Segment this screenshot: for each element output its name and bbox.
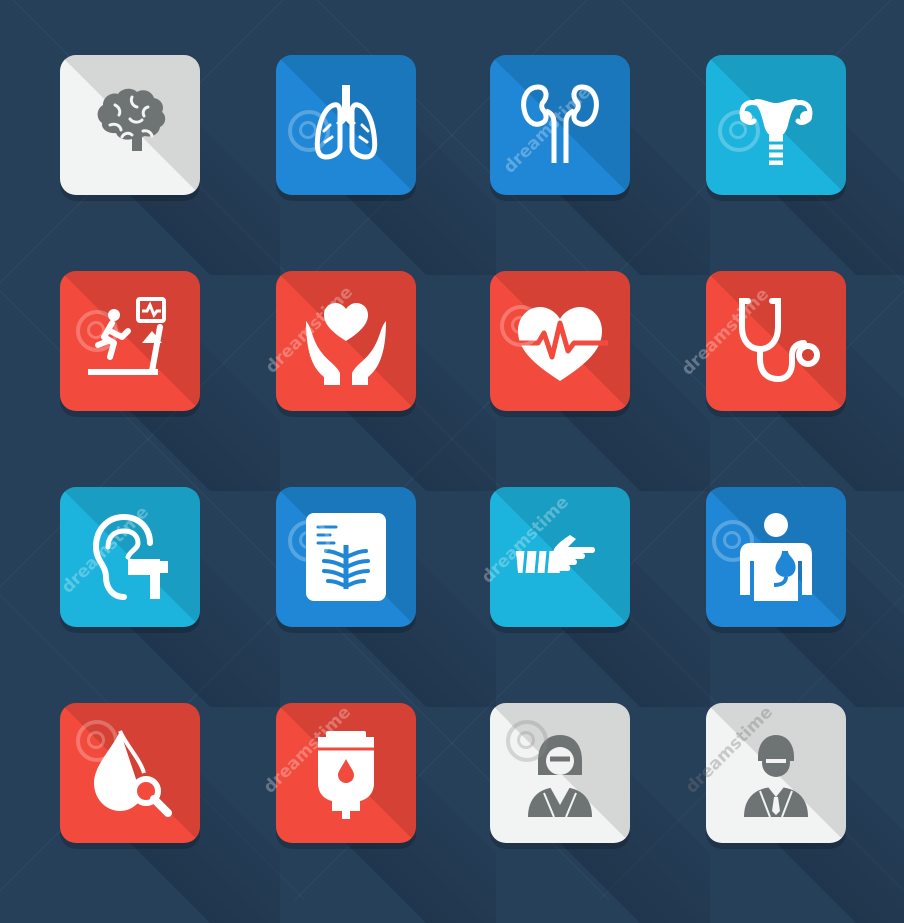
uterus-icon [739, 99, 813, 165]
tile-uterus [706, 55, 904, 275]
lungs-icon [314, 85, 378, 160]
male-doctor-icon [744, 735, 808, 818]
tile-ear [60, 487, 280, 707]
tile-gastro [706, 487, 904, 707]
gastroenterology-body-icon [740, 513, 812, 601]
blood-drop-search-icon [94, 730, 172, 817]
tile-male-doctor [706, 703, 904, 923]
medical-icon-grid [0, 0, 904, 923]
tile-heartbeat [490, 271, 710, 491]
brain-icon [97, 88, 166, 151]
tile-blood [60, 703, 280, 923]
tile-xray [276, 487, 496, 707]
heartbeat-heart-icon [512, 307, 608, 381]
tile-hands-heart [276, 271, 496, 491]
chest-xray-icon [306, 513, 386, 601]
hands-holding-heart-icon [306, 303, 386, 385]
tile-cast [490, 487, 710, 707]
tile-lungs [276, 55, 496, 275]
stethoscope-icon [739, 298, 820, 383]
tile-treadmill [60, 271, 280, 491]
female-doctor-icon [528, 735, 592, 818]
kidneys-icon [521, 84, 599, 163]
tile-stethoscope [706, 271, 904, 491]
tile-brain [60, 55, 280, 275]
tile-iv [276, 703, 496, 923]
broken-arm-cast-icon [516, 535, 595, 574]
ear-hearing-test-icon [93, 513, 168, 600]
treadmill-stress-test-icon [88, 297, 166, 375]
iv-drip-bag-icon [318, 731, 374, 819]
tile-female-doctor [490, 703, 710, 923]
tile-kidneys [490, 55, 710, 275]
